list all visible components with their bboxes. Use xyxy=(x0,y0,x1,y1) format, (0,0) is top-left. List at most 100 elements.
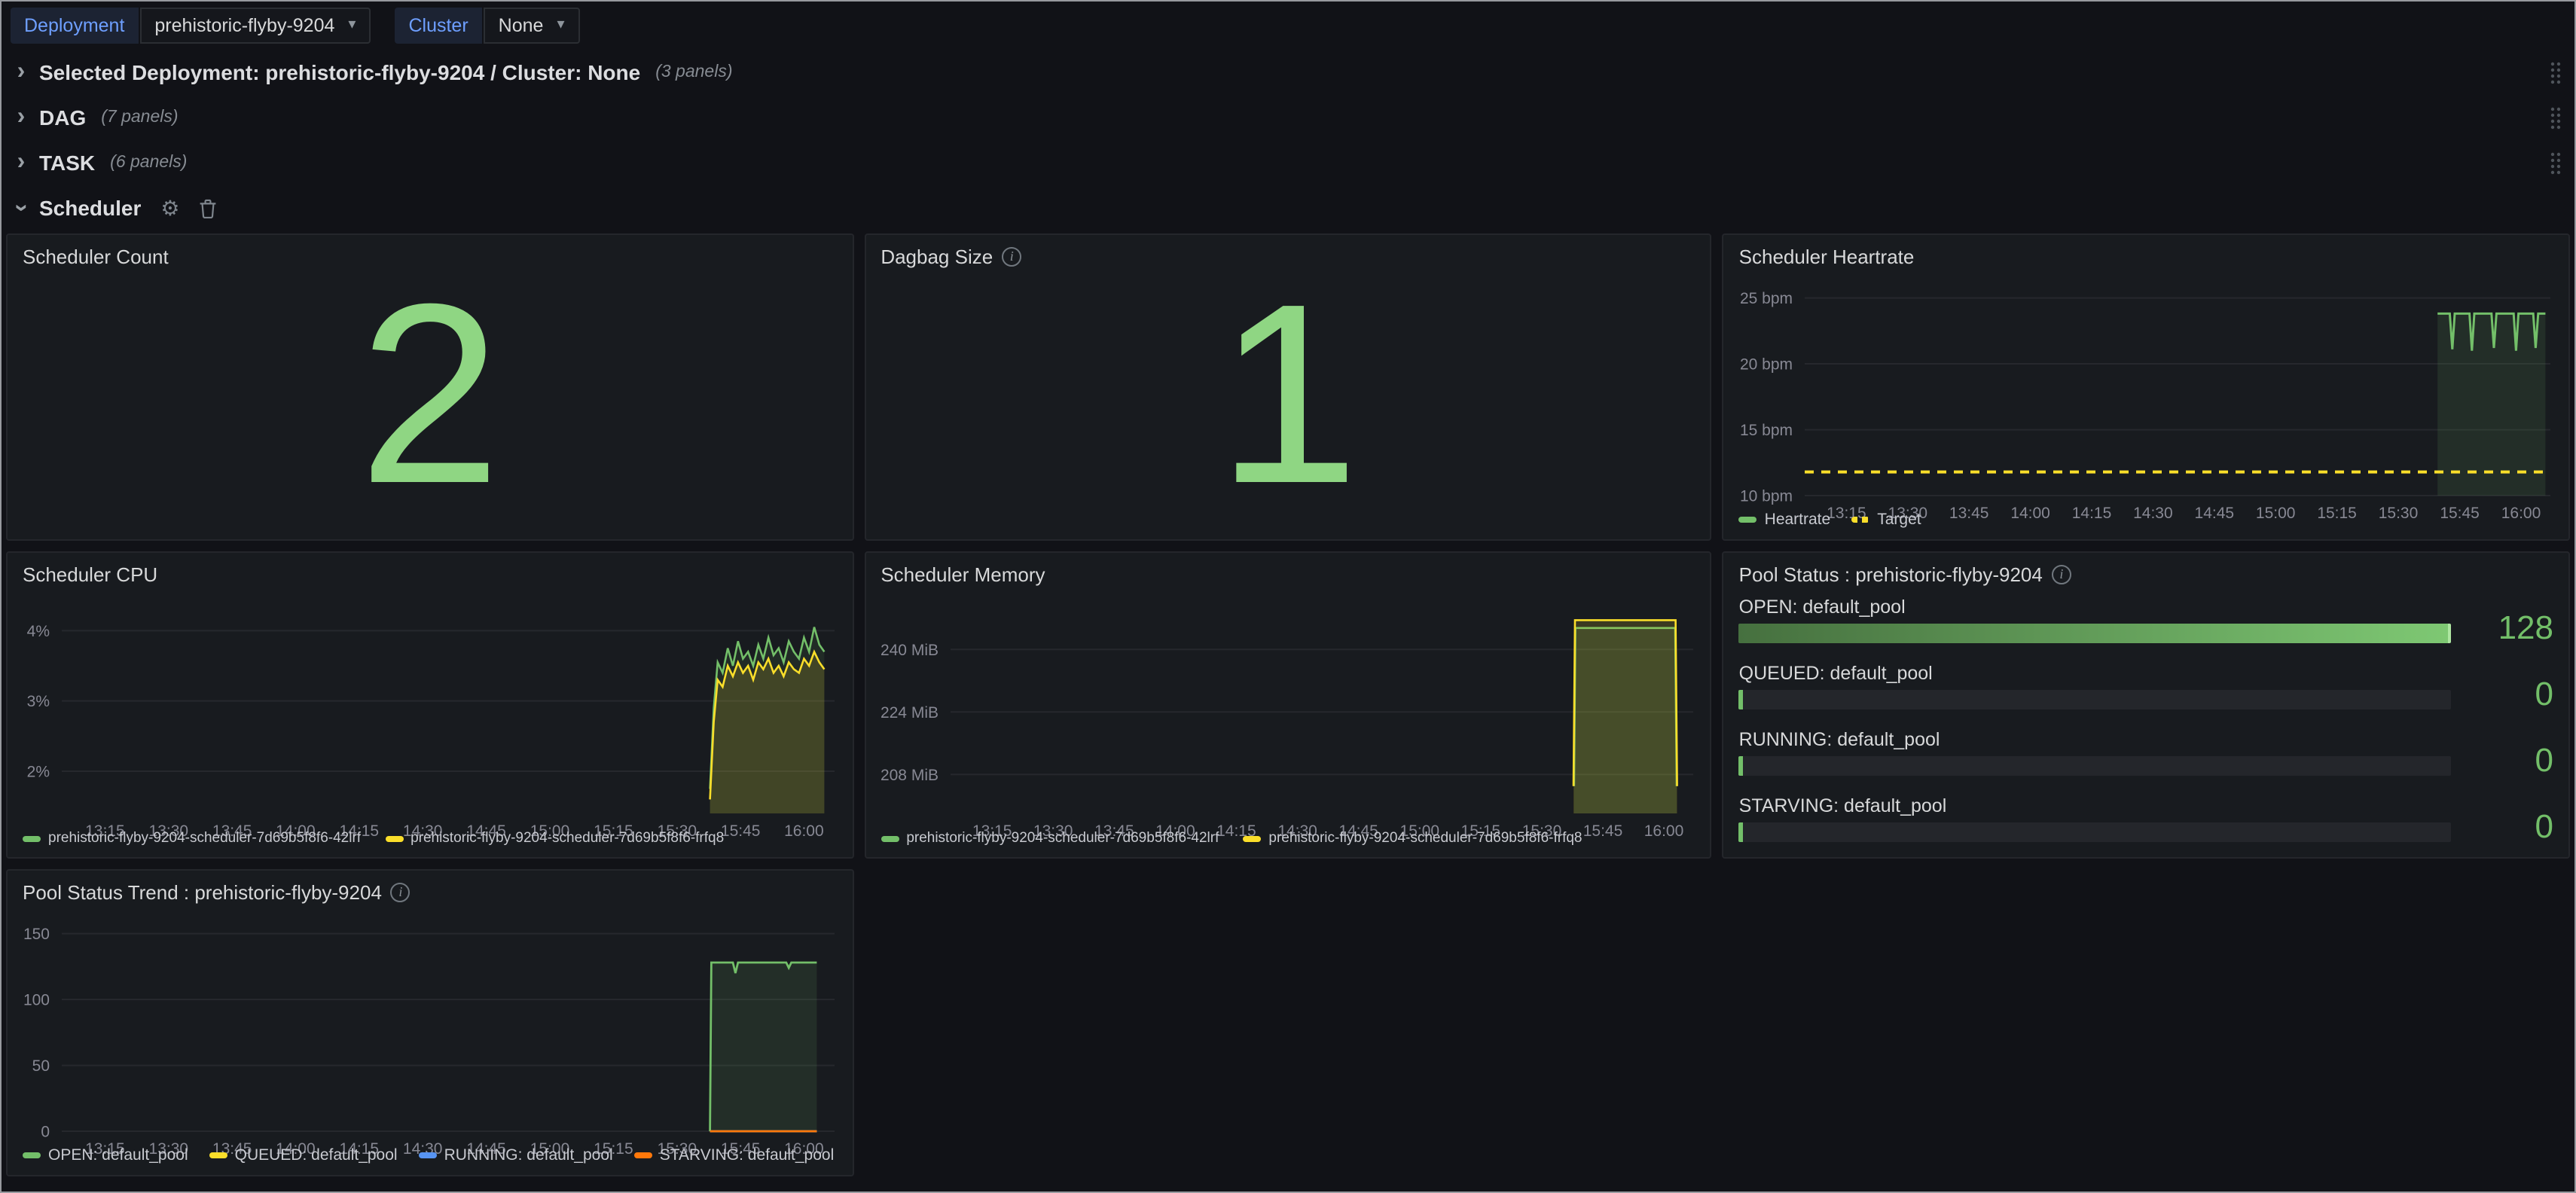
legend-label: Heartrate xyxy=(1765,511,1831,529)
legend-swatch-icon xyxy=(209,1152,227,1158)
legend-item[interactable]: prehistoric-flyby-9204-scheduler-7d69b5f… xyxy=(385,830,724,847)
pool-gauge-label: STARVING: default_pool xyxy=(1739,795,2451,816)
pool-gauge-track xyxy=(1739,822,2451,842)
panel-scheduler-memory: Scheduler Memory 208 MiB224 MiB240 MiB13… xyxy=(864,551,1711,859)
drag-handle-icon[interactable] xyxy=(2549,105,2562,130)
drag-handle-icon[interactable] xyxy=(2549,59,2562,85)
panel-header[interactable]: Scheduler Count xyxy=(8,235,852,273)
stat-body: 1 xyxy=(865,273,1710,539)
legend-item[interactable]: STARVING: default_pool xyxy=(634,1146,835,1164)
pool-gauge-track xyxy=(1739,756,2451,776)
info-icon[interactable] xyxy=(391,883,411,902)
pool-gauge-fill xyxy=(1739,822,1744,842)
pool-gauge-fill xyxy=(1739,756,1744,776)
pool-trend-legend: OPEN: default_pool QUEUED: default_pool RU… xyxy=(8,1146,852,1175)
heartrate-chart[interactable]: 10 bpm15 bpm20 bpm25 bpm13:1513:3013:451… xyxy=(1724,273,2568,511)
panel-header[interactable]: Scheduler CPU xyxy=(8,553,852,590)
chevron-down-icon xyxy=(557,17,564,32)
panel-scheduler-cpu: Scheduler CPU 2%3%4%13:1513:3013:4514:00… xyxy=(6,551,853,859)
gear-icon: ⚙ xyxy=(160,197,179,218)
cluster-variable-select[interactable]: None xyxy=(484,7,580,43)
pool-gauge-label: RUNNING: default_pool xyxy=(1739,729,2451,750)
panel-header[interactable]: Scheduler Heartrate xyxy=(1724,235,2568,273)
row-panel-count: (3 panels) xyxy=(655,63,732,81)
heartrate-legend: Heartrate Target xyxy=(1724,511,2568,539)
legend-label: prehistoric-flyby-9204-scheduler-7d69b5f… xyxy=(906,830,1219,847)
cluster-variable: Cluster None xyxy=(395,7,579,43)
chevron-right-icon xyxy=(14,151,29,175)
chevron-down-icon xyxy=(14,196,29,220)
svg-text:240 MiB: 240 MiB xyxy=(880,642,938,659)
row-dag[interactable]: DAG (7 panels) xyxy=(0,95,2576,140)
legend-item[interactable]: QUEUED: default_pool xyxy=(209,1146,398,1164)
legend-swatch-icon xyxy=(1851,517,1869,523)
panel-header[interactable]: Dagbag Size xyxy=(865,235,1710,273)
deployment-variable-select[interactable]: prehistoric-flyby-9204 xyxy=(139,7,371,43)
memory-chart[interactable]: 208 MiB224 MiB240 MiB13:1513:3013:4514:0… xyxy=(865,590,1710,830)
row-scheduler[interactable]: Scheduler ⚙ xyxy=(0,185,2576,230)
legend-swatch-icon xyxy=(634,1152,652,1158)
drag-handle-icon[interactable] xyxy=(2549,150,2562,175)
row-panel-count: (6 panels) xyxy=(110,154,187,172)
legend-item[interactable]: Target xyxy=(1851,511,1921,529)
legend-item[interactable]: prehistoric-flyby-9204-scheduler-7d69b5f… xyxy=(1243,830,1582,847)
pool-gauge-label: QUEUED: default_pool xyxy=(1739,663,2451,684)
panel-header[interactable]: Pool Status Trend : prehistoric-flyby-92… xyxy=(8,871,852,908)
pool-gauge-value: 0 xyxy=(2466,744,2553,777)
chevron-down-icon xyxy=(348,17,356,32)
legend-item[interactable]: prehistoric-flyby-9204-scheduler-7d69b5f… xyxy=(23,830,361,847)
panel-title: Scheduler Heartrate xyxy=(1739,246,1915,268)
legend-swatch-icon xyxy=(881,835,899,841)
legend-swatch-icon xyxy=(1739,517,1757,523)
row-title: TASK xyxy=(39,151,95,175)
svg-text:3%: 3% xyxy=(27,693,50,710)
svg-text:25 bpm: 25 bpm xyxy=(1741,290,1793,307)
pool-gauge-fill xyxy=(1739,690,1744,709)
row-title: DAG xyxy=(39,105,86,130)
pool-status-body: OPEN: default_pool 128 QUEUED: default_p… xyxy=(1724,590,2568,857)
panel-title: Pool Status Trend : prehistoric-flyby-92… xyxy=(23,881,382,904)
chart-canvas: 10 bpm15 bpm20 bpm25 bpm13:1513:3013:451… xyxy=(1724,273,2569,529)
cluster-variable-label: Cluster xyxy=(395,7,481,43)
legend-label: prehistoric-flyby-9204-scheduler-7d69b5f… xyxy=(1268,830,1582,847)
pool-gauge-fill xyxy=(1739,624,2451,643)
pool-trend-chart[interactable]: 05010015013:1513:3013:4514:0014:1514:301… xyxy=(8,908,852,1146)
legend-item[interactable]: OPEN: default_pool xyxy=(23,1146,188,1164)
stat-value: 1 xyxy=(1216,273,1359,522)
legend-item[interactable]: RUNNING: default_pool xyxy=(419,1146,613,1164)
info-icon[interactable] xyxy=(2052,565,2071,584)
pool-gauge-track xyxy=(1739,624,2451,643)
row-delete-button[interactable] xyxy=(200,198,218,218)
cpu-chart[interactable]: 2%3%4%13:1513:3013:4514:0014:1514:3014:4… xyxy=(8,590,852,830)
panel-pool-status: Pool Status : prehistoric-flyby-9204 OPE… xyxy=(1723,551,2570,859)
panel-title: Pool Status : prehistoric-flyby-9204 xyxy=(1739,563,2043,586)
legend-label: prehistoric-flyby-9204-scheduler-7d69b5f… xyxy=(48,830,361,847)
panel-grid: Scheduler Count 2 Dagbag Size 1 Schedule… xyxy=(0,230,2576,1188)
legend-swatch-icon xyxy=(23,1152,41,1158)
panel-header[interactable]: Scheduler Memory xyxy=(865,553,1710,590)
legend-item[interactable]: prehistoric-flyby-9204-scheduler-7d69b5f… xyxy=(881,830,1219,847)
legend-swatch-icon xyxy=(23,835,41,841)
grafana-dashboard: Deployment prehistoric-flyby-9204 Cluste… xyxy=(0,0,2576,1193)
panel-title: Scheduler CPU xyxy=(23,563,157,586)
svg-text:4%: 4% xyxy=(27,623,50,640)
pool-gauge-row: STARVING: default_pool 0 xyxy=(1739,795,2553,842)
pool-gauge-row: QUEUED: default_pool 0 xyxy=(1739,663,2553,709)
row-selected-deployment[interactable]: Selected Deployment: prehistoric-flyby-9… xyxy=(0,50,2576,95)
panel-title: Scheduler Count xyxy=(23,246,169,268)
legend-swatch-icon xyxy=(419,1152,437,1158)
svg-text:100: 100 xyxy=(23,992,50,1009)
row-task[interactable]: TASK (6 panels) xyxy=(0,140,2576,185)
panel-dagbag-size: Dagbag Size 1 xyxy=(864,233,1711,541)
cpu-legend: prehistoric-flyby-9204-scheduler-7d69b5f… xyxy=(8,830,852,857)
panel-header[interactable]: Pool Status : prehistoric-flyby-9204 xyxy=(1724,553,2568,590)
row-settings-button[interactable]: ⚙ xyxy=(160,197,179,218)
legend-item[interactable]: Heartrate xyxy=(1739,511,1831,529)
legend-label: QUEUED: default_pool xyxy=(235,1146,398,1164)
row-title: Scheduler xyxy=(39,196,141,220)
chevron-right-icon xyxy=(14,60,29,84)
info-icon[interactable] xyxy=(1002,247,1021,267)
pool-gauge-left: STARVING: default_pool xyxy=(1739,795,2451,842)
memory-legend: prehistoric-flyby-9204-scheduler-7d69b5f… xyxy=(865,830,1710,857)
row-panel-count: (7 panels) xyxy=(101,108,178,127)
